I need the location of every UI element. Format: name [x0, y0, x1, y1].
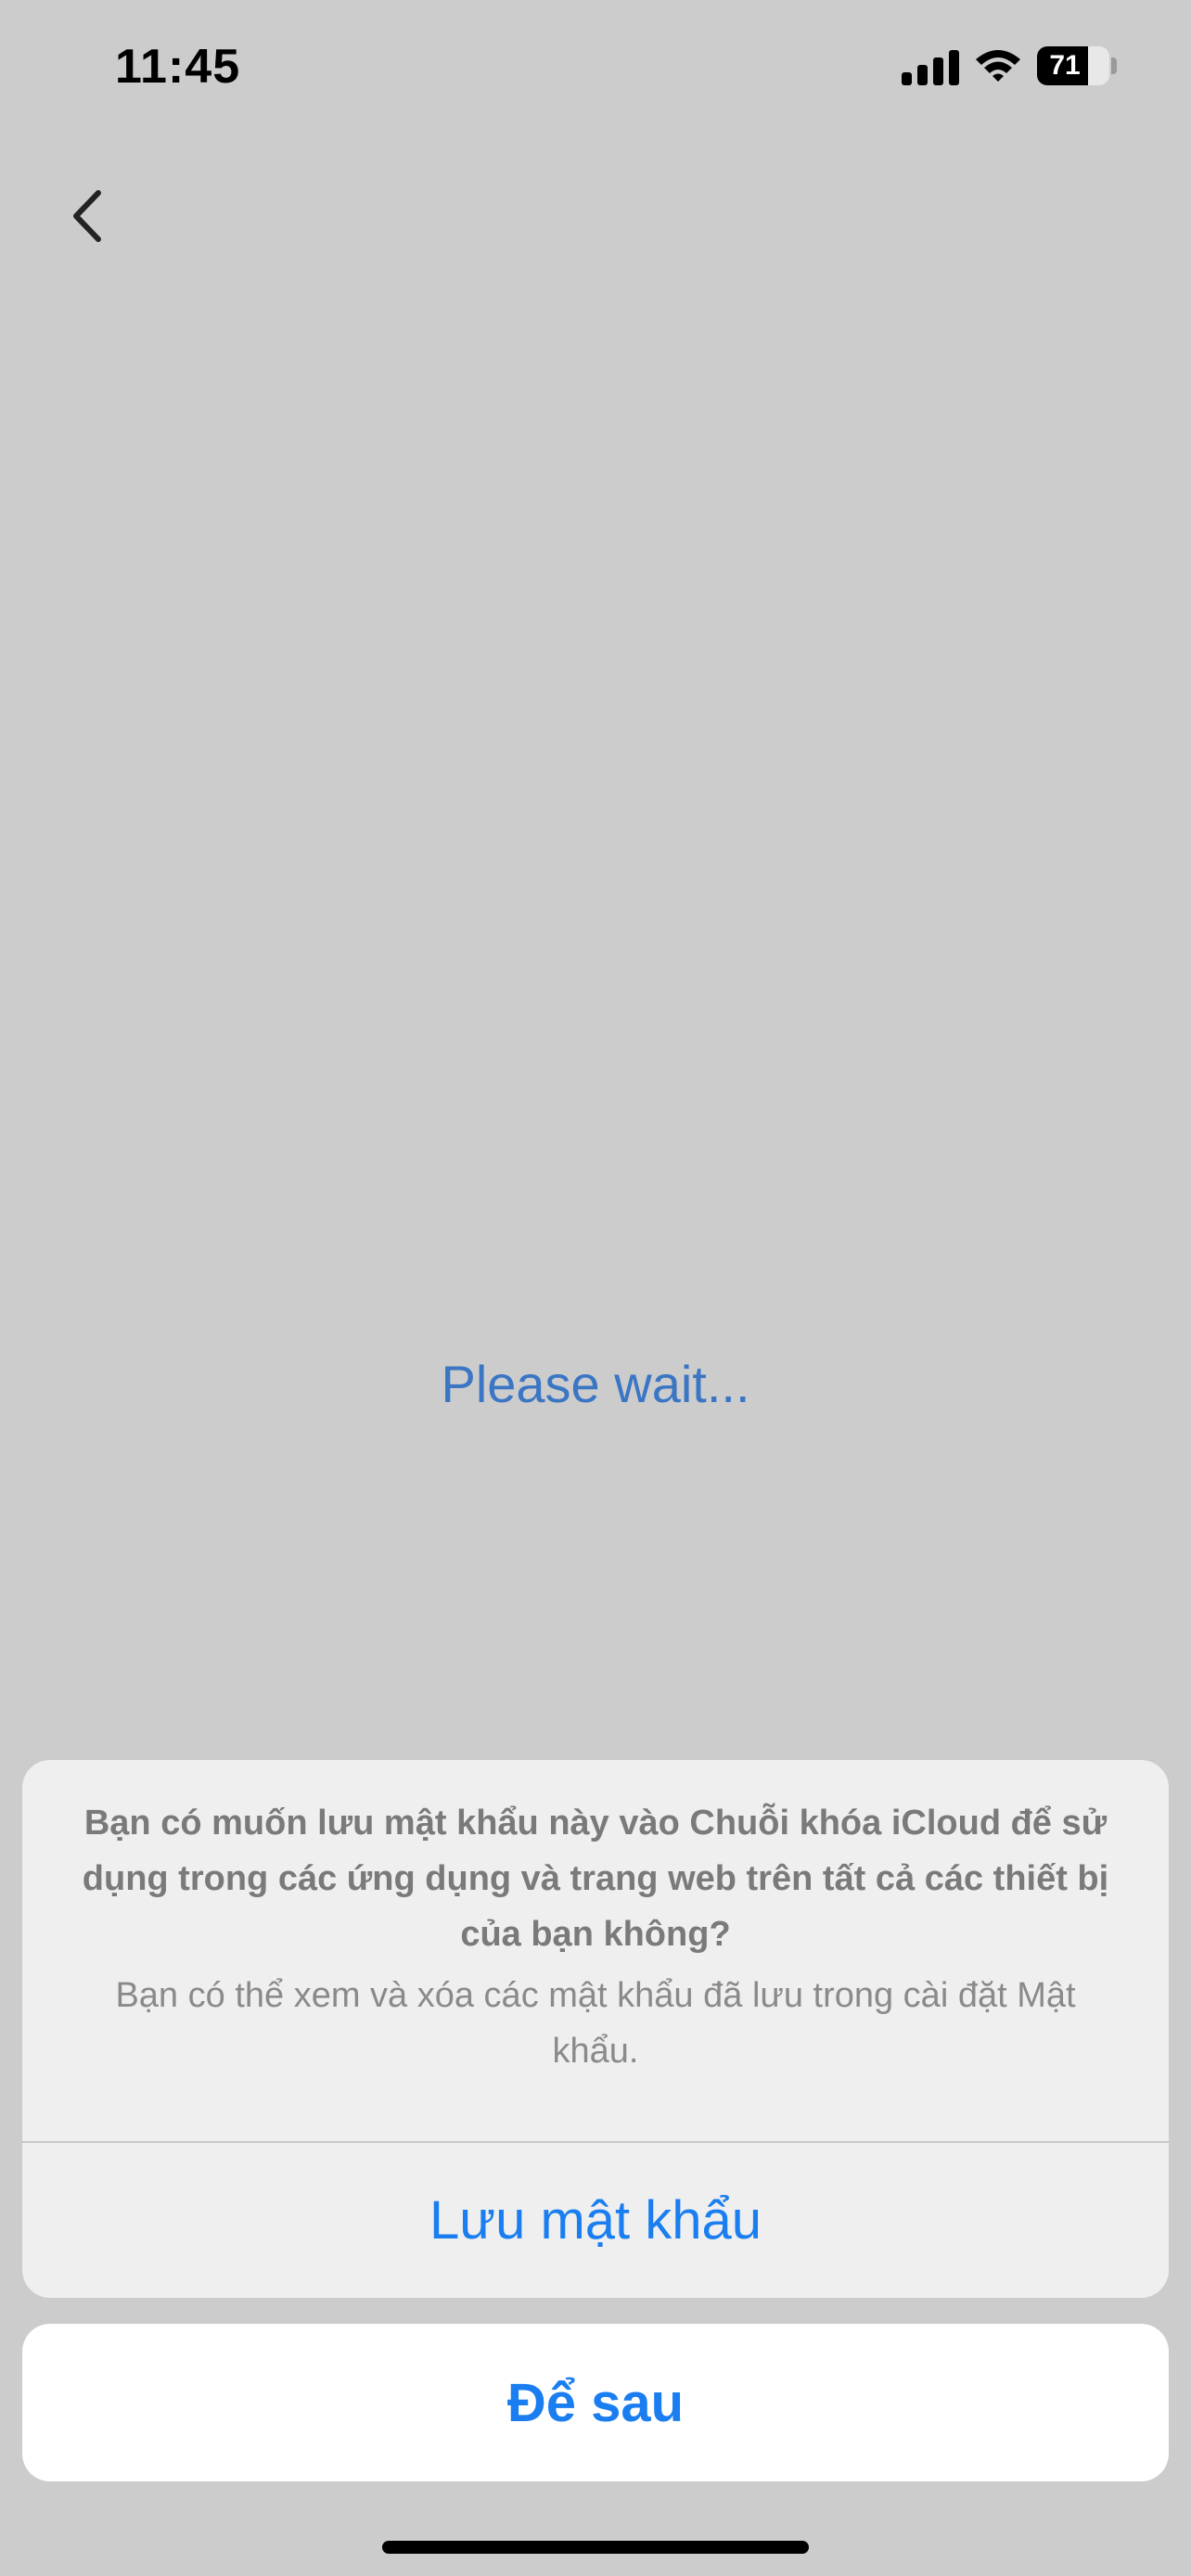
- cellular-signal-icon: [902, 50, 959, 85]
- battery-icon: 71: [1037, 46, 1109, 85]
- status-bar: 11:45 71: [0, 0, 1191, 139]
- later-button[interactable]: Để sau: [22, 2324, 1169, 2481]
- dialog-message: Bạn có thể xem và xóa các mật khẩu đã lư…: [115, 1976, 1076, 2071]
- status-time: 11:45: [115, 40, 241, 94]
- battery-percent: 71: [1049, 50, 1081, 81]
- chevron-left-icon: [73, 190, 101, 242]
- save-password-dialog: Bạn có muốn lưu mật khẩu này vào Chuỗi k…: [22, 1760, 1169, 2298]
- back-button[interactable]: [63, 184, 115, 249]
- battery-tip: [1111, 57, 1117, 74]
- wifi-icon: [976, 50, 1020, 82]
- dialog-title: Bạn có muốn lưu mật khẩu này vào Chuỗi k…: [82, 1804, 1109, 1954]
- loading-text: Please wait...: [441, 1355, 750, 1413]
- save-password-button[interactable]: Lưu mật khẩu: [22, 2143, 1169, 2298]
- home-indicator[interactable]: [382, 2541, 809, 2554]
